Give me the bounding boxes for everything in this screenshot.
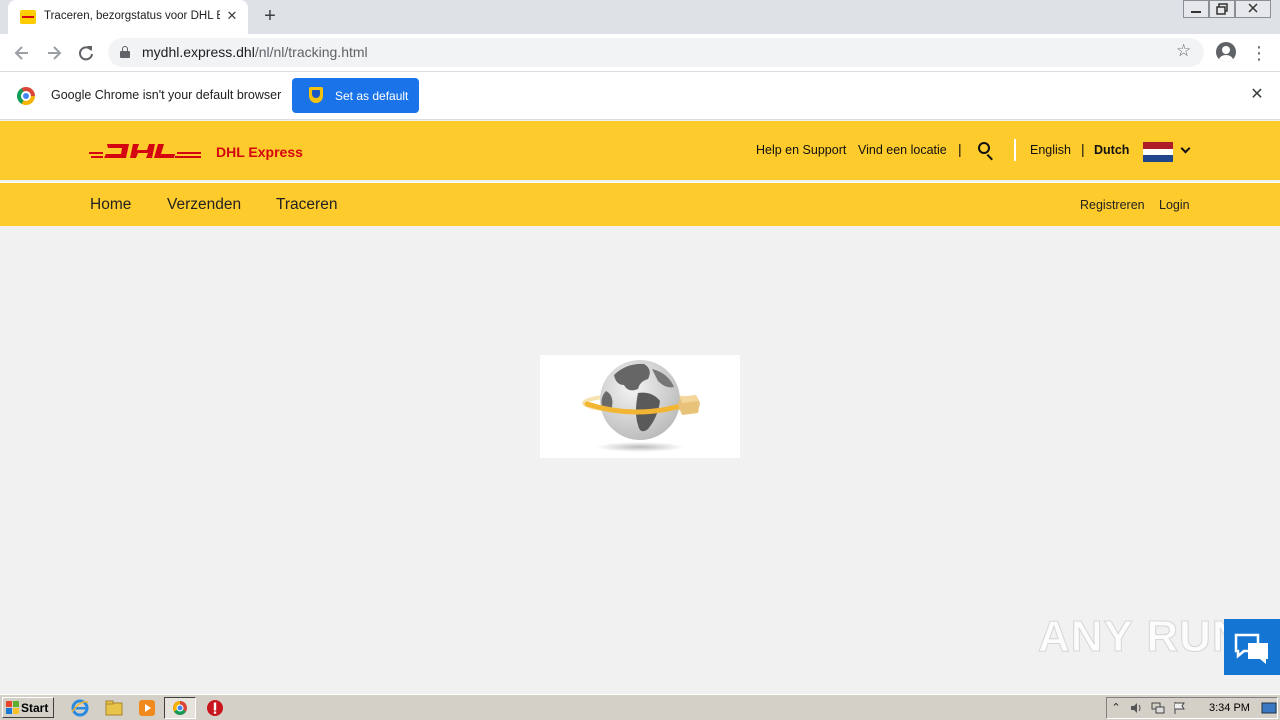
set-as-default-label: Set as default [335,89,409,103]
find-location-link[interactable]: Vind een locatie [858,143,947,157]
reload-icon[interactable] [74,41,98,65]
media-player-icon[interactable] [137,698,157,718]
new-tab-button[interactable]: + [259,5,281,27]
folder-icon[interactable] [104,698,124,718]
separator: | [958,141,962,157]
back-icon[interactable] [10,41,34,65]
chat-button[interactable] [1224,619,1280,675]
taskbar-chrome-button[interactable] [164,697,196,719]
action-center-flag-icon[interactable] [1173,701,1187,715]
start-label: Start [21,701,49,715]
language-dutch-link[interactable]: Dutch [1094,143,1129,157]
infobar-close-icon[interactable]: ✕ [1248,86,1266,104]
login-link[interactable]: Login [1159,198,1190,212]
start-button[interactable]: Start [2,697,54,718]
shield-icon [309,87,323,103]
window-close-icon[interactable] [1235,0,1271,18]
nav-ship[interactable]: Verzenden [167,196,241,214]
network-icon[interactable] [1151,701,1165,715]
clock[interactable]: 3:34 PM [1209,702,1250,714]
search-icon[interactable] [977,141,995,161]
profile-icon[interactable] [1216,42,1236,62]
separator: | [1081,141,1085,157]
address-bar[interactable]: mydhl.express.dhl/nl/nl/tracking.html ☆ [108,38,1204,67]
brand-name[interactable]: DHL Express [216,144,303,160]
stop-icon[interactable] [205,698,225,718]
browser-tab[interactable]: Traceren, bezorgstatus voor DHL Ex ✕ [8,0,248,34]
kebab-menu-icon[interactable]: ⋮ [1250,41,1268,65]
anyrun-watermark: ANY RUN [1038,612,1245,662]
loading-indicator [540,355,740,458]
nav-home[interactable]: Home [90,196,131,214]
infobar-message: Google Chrome isn't your default browser [51,88,282,102]
minimize-icon[interactable] [1183,0,1209,18]
language-english-link[interactable]: English [1030,143,1071,157]
forward-icon[interactable] [42,41,66,65]
lock-icon[interactable] [120,46,130,58]
help-support-link[interactable]: Help en Support [756,143,846,157]
globe-loading-icon [582,360,700,452]
show-desktop-icon[interactable] [1261,701,1277,715]
system-tray: ⌃ 3:34 PM [1106,697,1278,719]
windows-taskbar: Start ⌃ 3:34 PM [0,694,1280,720]
netherlands-flag-icon[interactable] [1143,142,1173,162]
divider [1014,139,1016,161]
chrome-icon [173,701,187,715]
browser-toolbar: mydhl.express.dhl/nl/nl/tracking.html ☆ … [0,34,1280,72]
set-as-default-button[interactable]: Set as default [292,78,419,113]
chevron-down-icon[interactable] [1180,144,1192,156]
bookmark-star-icon[interactable]: ☆ [1176,41,1191,61]
restore-icon[interactable] [1209,0,1235,18]
dhl-main-nav: Home Verzenden Traceren Registreren Logi… [0,182,1280,226]
chat-bubbles-icon [1234,633,1268,664]
tab-strip: Traceren, bezorgstatus voor DHL Ex ✕ + [0,0,1280,34]
volume-icon[interactable] [1129,701,1143,715]
dhl-favicon-icon [20,10,36,24]
tab-title: Traceren, bezorgstatus voor DHL Ex [44,10,220,22]
tray-expand-icon[interactable]: ⌃ [1109,701,1123,715]
nav-track[interactable]: Traceren [276,196,337,214]
chrome-icon [17,87,35,105]
dhl-logo-icon[interactable] [89,140,201,162]
url-text: mydhl.express.dhl/nl/nl/tracking.html [142,44,368,60]
internet-explorer-icon[interactable] [70,698,90,718]
tab-close-icon[interactable]: ✕ [224,8,240,24]
default-browser-infobar: Google Chrome isn't your default browser… [0,72,1280,120]
register-link[interactable]: Registreren [1080,198,1145,212]
dhl-header: DHL Express Help en Support Vind een loc… [0,121,1280,180]
windows-logo-icon [6,701,19,714]
